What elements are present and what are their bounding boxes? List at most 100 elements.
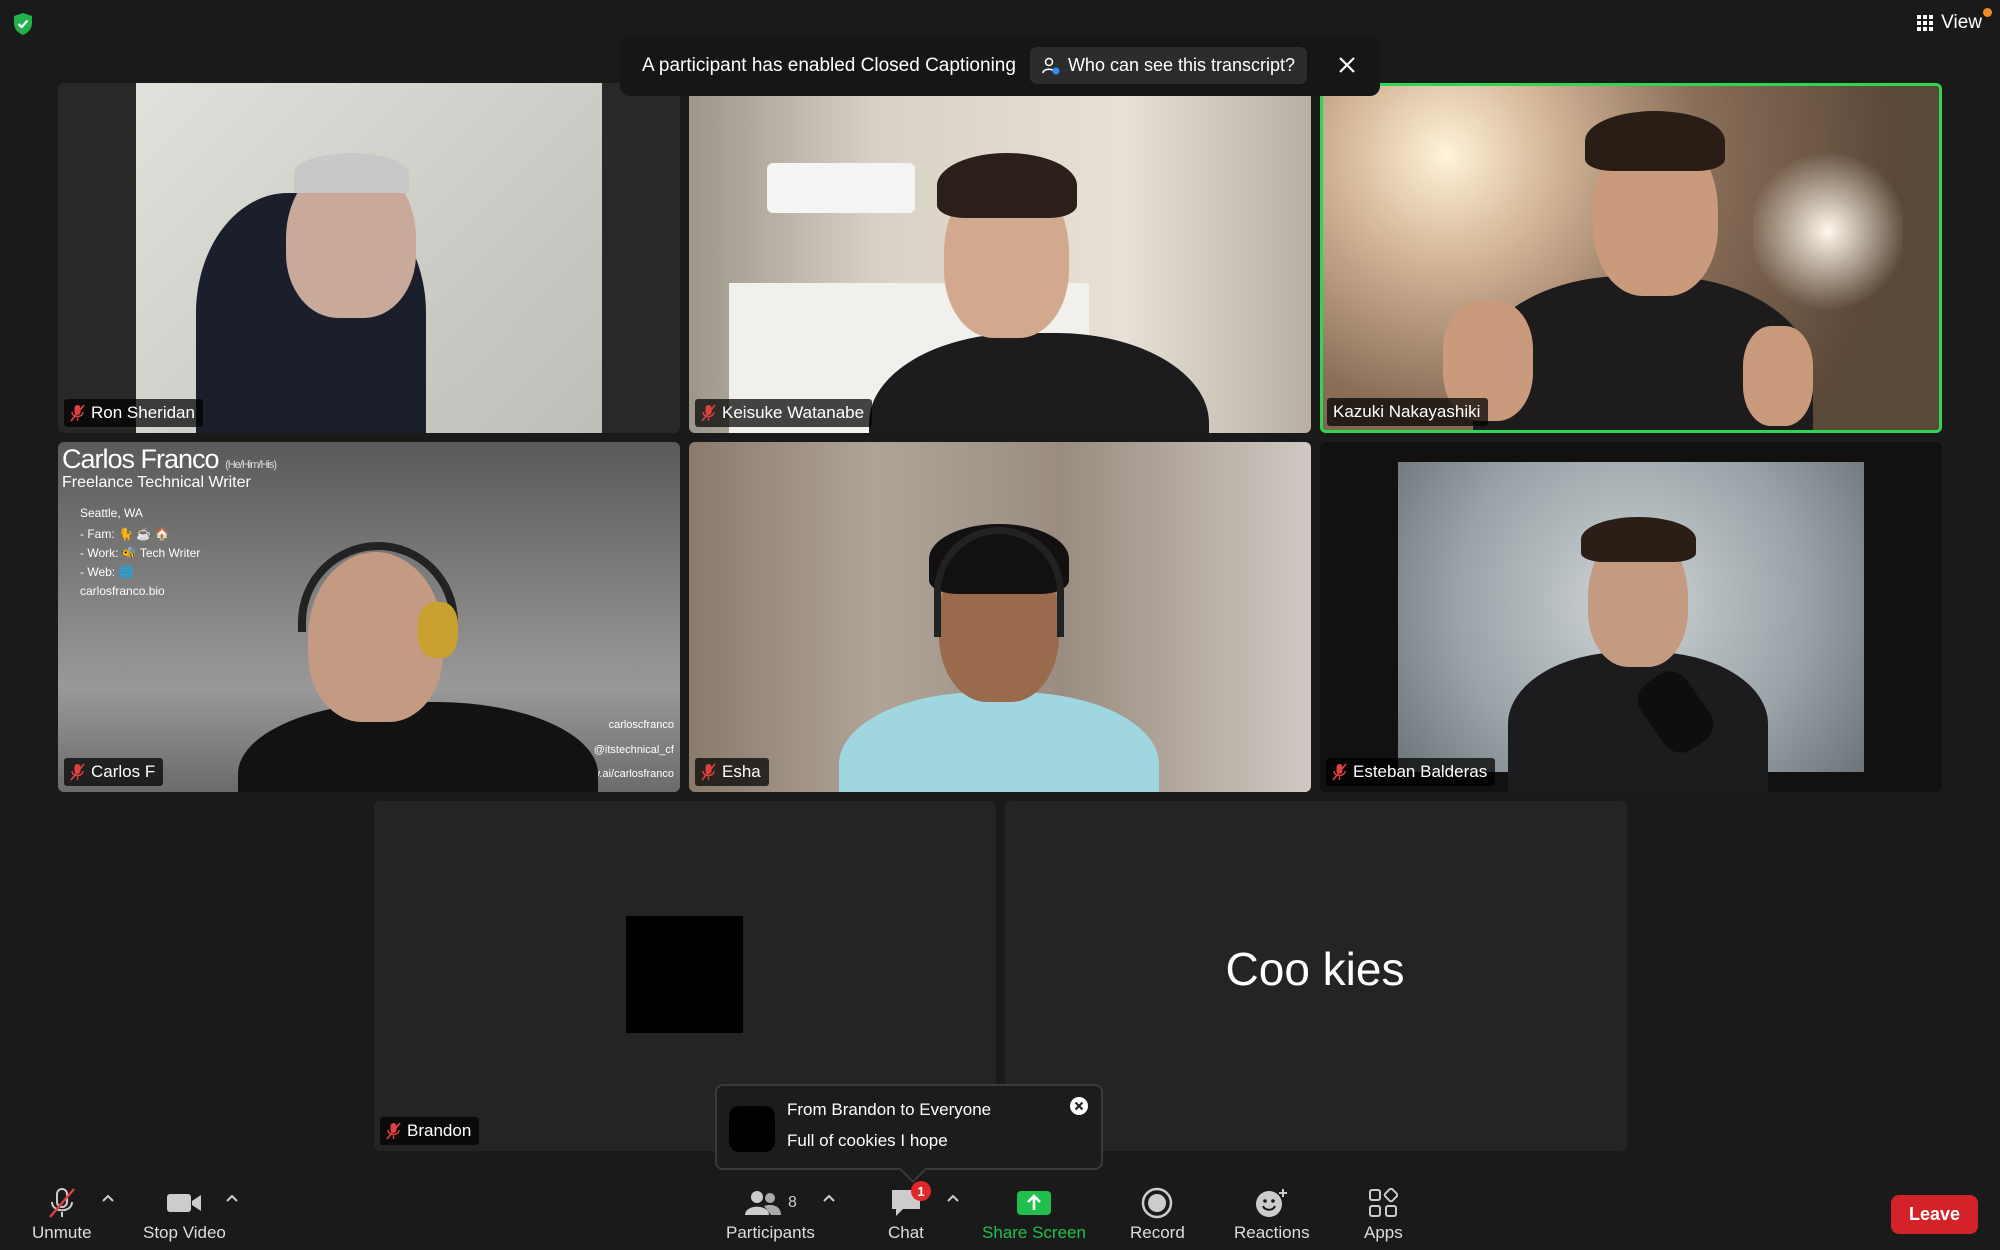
participant-name-tag: Ron Sheridan <box>64 399 203 427</box>
right-hand <box>1743 326 1813 426</box>
view-label: View <box>1941 12 1982 33</box>
participant-display-name: Coo kies <box>1225 943 1405 995</box>
audio-options-chevron-up-icon[interactable] <box>101 1193 115 1203</box>
participants-label: Participants <box>726 1223 815 1242</box>
smiley-plus-icon <box>1255 1189 1287 1217</box>
bg-pronouns: (He/Him/His) <box>225 459 277 471</box>
apps-icon <box>1369 1188 1399 1217</box>
chat-label: Chat <box>888 1223 924 1242</box>
light-glow <box>1753 146 1903 316</box>
bg-title: Carlos Franco (He/Him/His) <box>62 444 277 475</box>
person-info-icon <box>1042 57 1060 74</box>
video-feed <box>689 83 1311 433</box>
video-tile-keisuke-watanabe[interactable]: Keisuke Watanabe <box>689 83 1311 433</box>
participants-button[interactable]: 8 Participants <box>726 1187 815 1243</box>
participants-count: 8 <box>787 1194 797 1211</box>
video-camera-icon <box>167 1194 202 1212</box>
video-feed <box>689 442 1311 792</box>
participant-name-tag: Esha <box>695 758 769 786</box>
share-screen-button[interactable]: Share Screen <box>982 1187 1086 1243</box>
closed-caption-banner: A participant has enabled Closed Caption… <box>620 35 1380 96</box>
share-screen-icon <box>1016 1191 1051 1215</box>
muted-mic-icon <box>701 763 716 781</box>
chat-notification[interactable]: From Brandon to Everyone Full of cookies… <box>715 1084 1103 1184</box>
close-icon[interactable] <box>1334 52 1360 78</box>
apps-label: Apps <box>1364 1223 1403 1242</box>
apps-button[interactable]: Apps <box>1364 1187 1403 1243</box>
cc-banner-text: A participant has enabled Closed Caption… <box>642 54 1016 76</box>
notification-dot <box>1983 8 1992 17</box>
participant-hair <box>1581 517 1696 562</box>
muted-mic-icon <box>386 1122 401 1140</box>
reactions-label: Reactions <box>1234 1223 1310 1242</box>
video-tile-esha[interactable]: Esha <box>689 442 1311 792</box>
video-tile-carlos-f[interactable]: Carlos Franco (He/Him/His) Freelance Tec… <box>58 442 680 792</box>
participant-name-tag: Carlos F <box>64 758 164 786</box>
video-feed <box>1398 462 1864 792</box>
record-icon <box>1142 1187 1173 1219</box>
bg-line-3: - Work: 🐝 Tech Writer <box>80 546 201 560</box>
security-shield-icon[interactable] <box>12 12 34 36</box>
leave-button[interactable]: Leave <box>1890 1195 1978 1234</box>
video-feed: Carlos Franco (He/Him/His) Freelance Tec… <box>58 442 680 792</box>
participant-body <box>1508 652 1768 792</box>
headphone-cup <box>418 602 458 658</box>
chat-options-chevron-up-icon[interactable] <box>946 1193 960 1203</box>
bg-line-4: - Web: 🌐 <box>80 565 134 579</box>
video-tile-ron-sheridan[interactable]: Ron Sheridan <box>58 83 680 433</box>
participant-hair <box>937 153 1077 218</box>
who-can-see-label: Who can see this transcript? <box>1067 55 1296 75</box>
view-button[interactable]: View <box>1917 8 1992 34</box>
bg-social-1: carloscfranco <box>608 719 674 731</box>
bg-line-2: - Fam: 🐈 ☕ 🏠 <box>80 527 170 541</box>
grid-view-icon <box>1917 15 1934 31</box>
participant-name: Carlos F <box>91 762 156 781</box>
chat-button[interactable]: 1 Chat <box>888 1181 931 1243</box>
participants-options-chevron-up-icon[interactable] <box>822 1193 836 1203</box>
unmute-label: Unmute <box>32 1223 92 1242</box>
video-feed <box>1323 86 1939 430</box>
bg-line-1: Seattle, WA <box>80 506 143 520</box>
stop-video-button[interactable]: Stop Video <box>143 1187 226 1243</box>
video-options-chevron-up-icon[interactable] <box>225 1193 239 1203</box>
muted-mic-icon <box>70 404 85 422</box>
video-tile-kazuki-nakayashiki[interactable]: Kazuki Nakayashiki <box>1320 83 1942 433</box>
participants-icon <box>744 1191 781 1215</box>
bg-line-5: carlosfranco.bio <box>80 584 165 598</box>
video-tile-esteban-balderas[interactable]: Esteban Balderas <box>1320 442 1942 792</box>
stop-video-label: Stop Video <box>143 1223 226 1242</box>
participant-name: Brandon <box>407 1121 472 1140</box>
meeting-toolbar: Unmute Stop Video 8 Participants 1 Chat … <box>0 1177 2000 1250</box>
bg-subtitle: Freelance Technical Writer <box>62 474 251 491</box>
who-can-see-transcript-button[interactable]: Who can see this transcript? <box>1029 47 1308 84</box>
participant-name: Ron Sheridan <box>91 403 195 422</box>
avatar <box>729 1106 775 1152</box>
chat-unread-badge: 1 <box>910 1181 931 1201</box>
participant-name-tag: Kazuki Nakayashiki <box>1327 398 1489 426</box>
participant-name-tag: Keisuke Watanabe <box>695 399 873 427</box>
participant-name-tag: Esteban Balderas <box>1326 758 1496 786</box>
muted-mic-icon <box>1332 763 1347 781</box>
participant-name: Esha <box>722 762 761 781</box>
participant-name-tag: Brandon <box>380 1117 480 1145</box>
microphone-muted-icon <box>48 1188 75 1218</box>
participant-name: Kazuki Nakayashiki <box>1333 402 1481 421</box>
bg-title-text: Carlos Franco <box>62 444 220 474</box>
record-label: Record <box>1130 1223 1185 1242</box>
muted-mic-icon <box>701 404 716 422</box>
participant-name: Keisuke Watanabe <box>722 403 865 422</box>
profile-picture <box>626 916 743 1033</box>
participant-hair <box>1585 111 1725 171</box>
share-screen-label: Share Screen <box>982 1223 1086 1242</box>
participant-body <box>238 702 598 792</box>
participant-name: Esteban Balderas <box>1353 762 1488 781</box>
record-button[interactable]: Record <box>1130 1187 1185 1243</box>
chat-message: Full of cookies I hope <box>787 1131 948 1150</box>
reactions-button[interactable]: Reactions <box>1234 1187 1310 1243</box>
chat-sender: From Brandon to Everyone <box>787 1100 992 1119</box>
video-feed <box>136 83 602 433</box>
close-icon[interactable] <box>1069 1096 1089 1116</box>
muted-mic-icon <box>70 763 85 781</box>
participant-hair <box>294 153 409 193</box>
unmute-button[interactable]: Unmute <box>32 1187 92 1243</box>
